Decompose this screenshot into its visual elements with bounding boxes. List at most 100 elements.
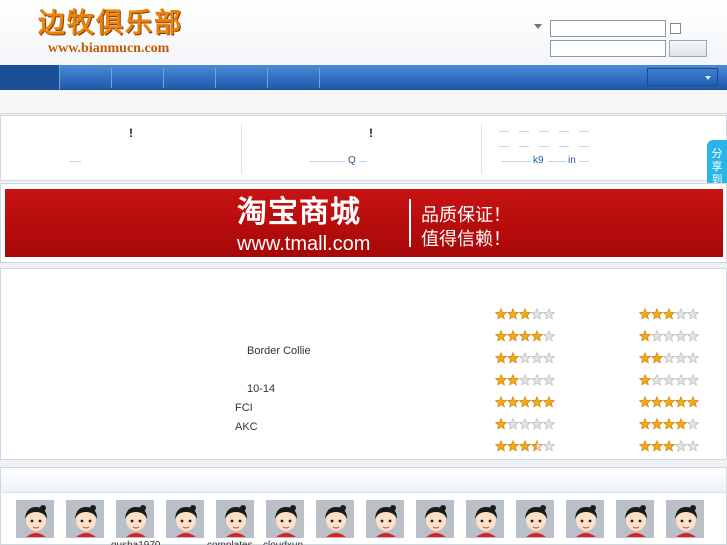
sub-nav-strip bbox=[0, 90, 727, 114]
site-logo[interactable]: 边牧俱乐部 www.bianmucn.com bbox=[38, 8, 198, 60]
star-icon bbox=[674, 329, 688, 342]
star-icon bbox=[518, 351, 532, 364]
logo-url: www.bianmucn.com bbox=[48, 41, 170, 56]
member-name[interactable]: complates bbox=[207, 540, 253, 545]
nav-item-1[interactable] bbox=[0, 65, 60, 90]
star-icon bbox=[674, 351, 688, 364]
star-icon bbox=[662, 417, 676, 430]
star-icon bbox=[506, 395, 520, 408]
star-icon bbox=[530, 439, 544, 452]
member-avatar[interactable] bbox=[166, 500, 204, 538]
star-icon bbox=[530, 373, 544, 386]
star-rating bbox=[494, 307, 557, 320]
star-icon bbox=[686, 329, 700, 342]
nav-item-2[interactable] bbox=[60, 68, 112, 88]
banner-url: www.tmall.com bbox=[237, 233, 371, 255]
star-icon bbox=[686, 395, 700, 408]
star-icon bbox=[674, 307, 688, 320]
star-icon bbox=[650, 439, 664, 452]
star-icon bbox=[674, 395, 688, 408]
login-type-dropdown-icon[interactable] bbox=[534, 24, 542, 29]
member-avatar[interactable] bbox=[666, 500, 704, 538]
nav-item-4[interactable] bbox=[164, 68, 216, 88]
info-col3-dash3 bbox=[579, 161, 589, 162]
logo-text: 边牧俱乐部 bbox=[38, 8, 183, 39]
star-rating bbox=[638, 439, 701, 452]
star-icon bbox=[542, 395, 556, 408]
member-avatar[interactable] bbox=[566, 500, 604, 538]
breed-name: Border Collie bbox=[247, 345, 311, 357]
star-icon bbox=[662, 395, 676, 408]
member-name[interactable]: gusha1970 bbox=[111, 540, 161, 545]
member-avatar[interactable] bbox=[366, 500, 404, 538]
star-icon bbox=[506, 329, 520, 342]
username-input[interactable] bbox=[550, 20, 666, 37]
info-col2-dash2 bbox=[359, 161, 367, 162]
member-name[interactable]: cloudxun bbox=[263, 540, 303, 545]
info-col2-mark: ! bbox=[369, 126, 373, 140]
star-icon bbox=[530, 395, 544, 408]
star-icon bbox=[506, 307, 520, 320]
info-col1-mark: ! bbox=[129, 126, 133, 140]
banner-slogan-1: 品质保证！ bbox=[421, 205, 511, 225]
star-rating bbox=[494, 373, 557, 386]
info-col3-row2 bbox=[499, 146, 591, 147]
login-button[interactable] bbox=[669, 40, 707, 57]
member-avatar[interactable] bbox=[16, 500, 54, 538]
info-col2-dash bbox=[309, 161, 345, 162]
banner-title: 淘宝商城 bbox=[237, 195, 361, 230]
star-icon bbox=[686, 373, 700, 386]
info-col3-link2[interactable]: in bbox=[568, 155, 576, 166]
info-col3-link1[interactable]: k9 bbox=[533, 155, 544, 166]
info-col3-row1 bbox=[499, 131, 591, 132]
star-icon bbox=[530, 329, 544, 342]
breed-info-card: Border Collie 10-14 FCI AKC bbox=[0, 268, 727, 460]
star-icon bbox=[542, 351, 556, 364]
members-section: gusha1970 complates cloudxun bbox=[0, 467, 727, 545]
member-avatar[interactable] bbox=[216, 500, 254, 538]
star-icon bbox=[494, 439, 508, 452]
member-avatar[interactable] bbox=[316, 500, 354, 538]
nav-item-6[interactable] bbox=[268, 68, 320, 88]
star-icon bbox=[638, 395, 652, 408]
star-icon bbox=[518, 373, 532, 386]
member-avatar[interactable] bbox=[416, 500, 454, 538]
star-icon bbox=[674, 417, 688, 430]
member-avatar[interactable] bbox=[66, 500, 104, 538]
nav-select[interactable] bbox=[647, 68, 718, 86]
star-icon bbox=[650, 417, 664, 430]
star-icon bbox=[674, 373, 688, 386]
nav-item-5[interactable] bbox=[216, 68, 268, 88]
star-rating bbox=[638, 395, 701, 408]
member-avatar[interactable] bbox=[466, 500, 504, 538]
star-icon bbox=[638, 351, 652, 364]
remember-checkbox[interactable] bbox=[670, 23, 681, 34]
member-avatar[interactable] bbox=[616, 500, 654, 538]
star-icon bbox=[662, 439, 676, 452]
member-avatar[interactable] bbox=[116, 500, 154, 538]
star-icon bbox=[674, 439, 688, 452]
star-icon bbox=[506, 351, 520, 364]
tmall-ad-banner[interactable]: 淘宝商城 www.tmall.com 品质保证！ 值得信赖！ bbox=[5, 189, 723, 257]
star-rating bbox=[638, 351, 701, 364]
star-icon bbox=[494, 417, 508, 430]
star-icon bbox=[494, 351, 508, 364]
star-rating bbox=[638, 307, 701, 320]
star-icon bbox=[494, 395, 508, 408]
star-icon bbox=[518, 307, 532, 320]
share-char: 分 bbox=[711, 148, 723, 160]
star-icon bbox=[506, 439, 520, 452]
page: 边牧俱乐部 www.bianmucn.com ! ! Q k9 in 分 享 到… bbox=[0, 0, 727, 545]
member-avatar[interactable] bbox=[266, 500, 304, 538]
breed-org-fci: FCI bbox=[235, 402, 253, 414]
banner-slogan-2: 值得信赖！ bbox=[421, 229, 511, 249]
star-icon bbox=[542, 417, 556, 430]
star-rating bbox=[494, 417, 557, 430]
nav-item-3[interactable] bbox=[112, 68, 164, 88]
member-avatar[interactable] bbox=[516, 500, 554, 538]
star-rating bbox=[494, 395, 557, 408]
star-icon bbox=[686, 307, 700, 320]
star-icon bbox=[650, 351, 664, 364]
password-input[interactable] bbox=[550, 40, 666, 57]
info-col2-link[interactable]: Q bbox=[348, 155, 356, 166]
